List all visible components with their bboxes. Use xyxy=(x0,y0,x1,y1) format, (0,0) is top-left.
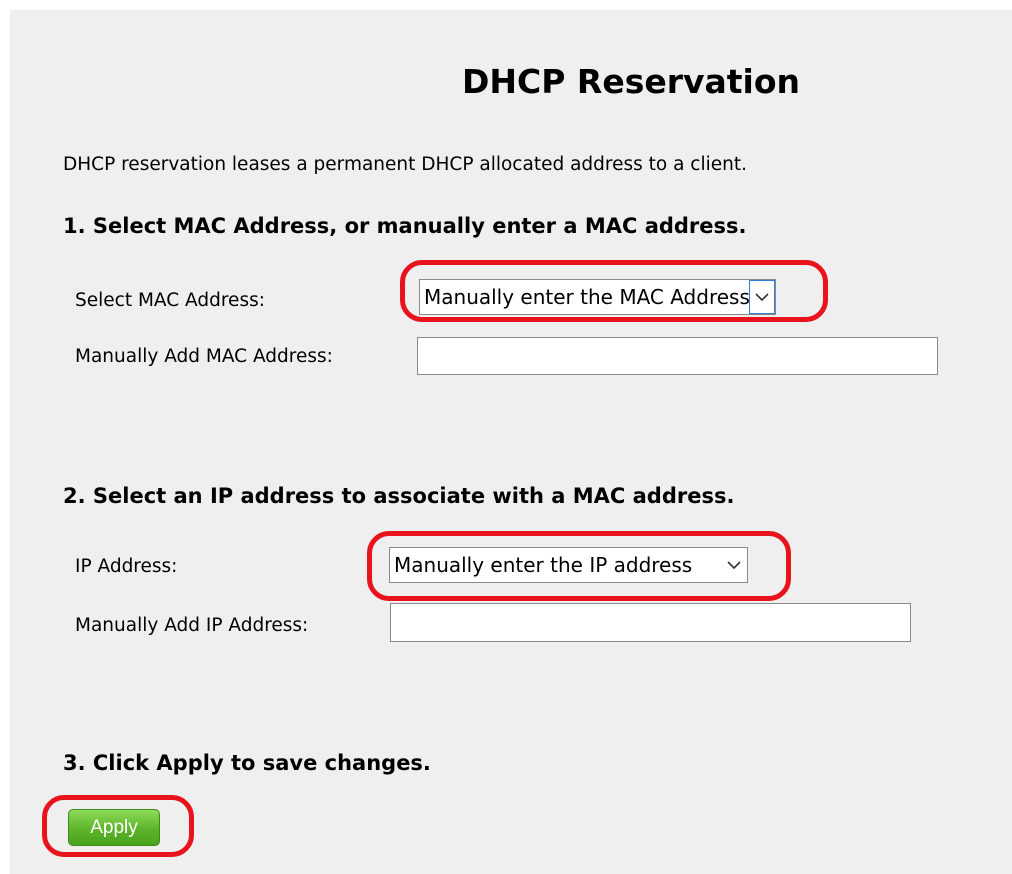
page-description: DHCP reservation leases a permanent DHCP… xyxy=(63,154,748,175)
ip-address-label: IP Address: xyxy=(75,556,178,577)
select-mac-label: Select MAC Address: xyxy=(75,290,265,311)
apply-button-highlight xyxy=(42,795,194,857)
manual-mac-label: Manually Add MAC Address: xyxy=(75,346,333,367)
mac-select-highlight xyxy=(400,260,828,322)
manual-mac-input[interactable] xyxy=(417,337,938,375)
step2-heading: 2. Select an IP address to associate wit… xyxy=(63,484,735,508)
step3-heading: 3. Click Apply to save changes. xyxy=(63,751,431,775)
page-title: DHCP Reservation xyxy=(462,62,801,101)
dhcp-reservation-panel xyxy=(10,10,1012,874)
step1-heading: 1. Select MAC Address, or manually enter… xyxy=(63,214,747,238)
manual-ip-label: Manually Add IP Address: xyxy=(75,615,309,636)
manual-ip-input[interactable] xyxy=(390,603,911,642)
ip-select-highlight xyxy=(367,531,791,601)
